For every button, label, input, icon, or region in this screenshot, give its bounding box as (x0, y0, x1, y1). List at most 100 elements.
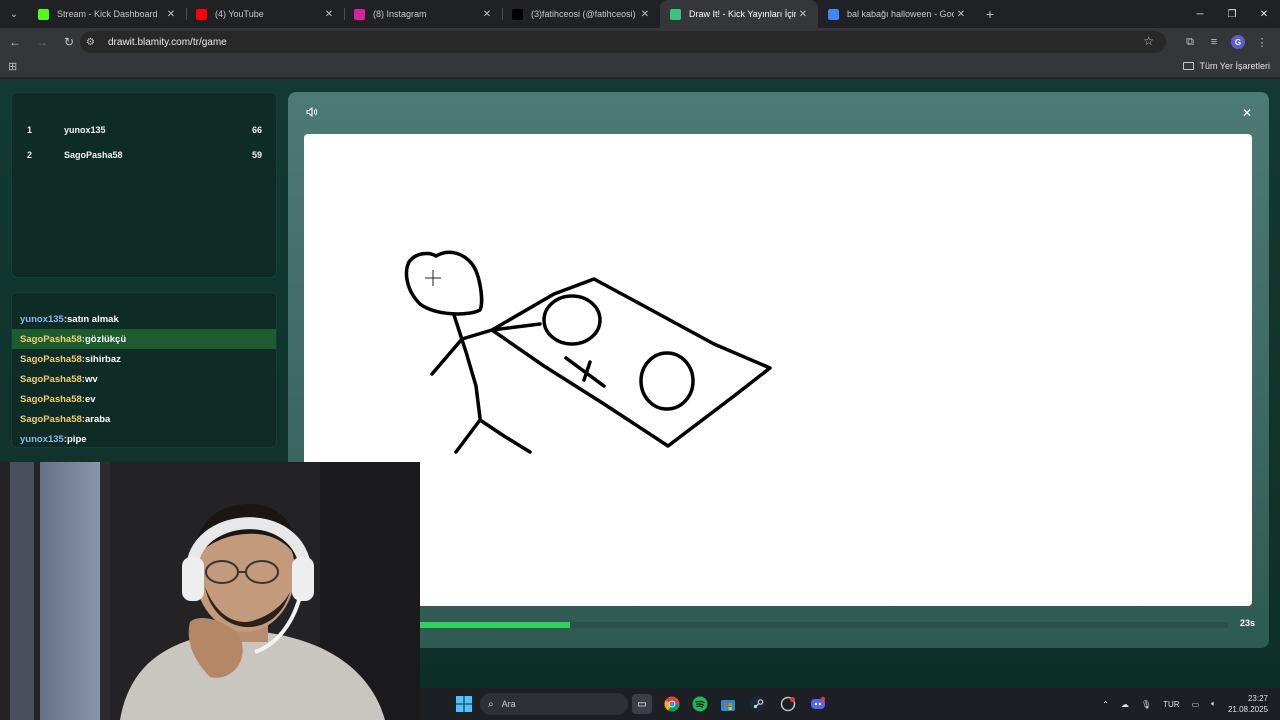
chat-username: yunox135 (20, 313, 64, 325)
search-icon: ⌕ (488, 698, 494, 710)
profile-avatar[interactable]: G (1231, 35, 1245, 49)
input-language[interactable]: TUR (1163, 700, 1179, 709)
stick-figure-arm-left (430, 337, 464, 376)
chat-message: SagoPasha58: araba (12, 409, 276, 429)
guess-chat-panel: yunox135: satın almak SagoPasha58: gözlükçü… (11, 292, 277, 448)
toolbar-actions: ⧉ ≡ G ⋮ (1178, 30, 1274, 54)
crosshair-cursor (425, 270, 441, 286)
taskbar-search-box[interactable]: ⌕ Ara (480, 693, 628, 715)
taskbar-search-placeholder: Ara (501, 699, 516, 709)
browser-tab[interactable]: (3)fatihceosi (@fatihceosi) | TikT✕ (502, 0, 660, 28)
chat-message: SagoPasha58: gözlükçü (12, 329, 276, 349)
browser-toolbar: ← → ↻ ⚙ drawit.blamity.com/tr/game ☆ ⧉ ≡… (0, 28, 1280, 56)
microphone-icon[interactable]: 🎙︎ (1141, 700, 1151, 709)
tab-title: bal kabağı halloween - Google (847, 9, 954, 19)
all-bookmarks-label: Tüm Yer İşaretleri (1199, 61, 1270, 71)
tab-close-icon[interactable]: ✕ (638, 9, 652, 20)
site-info-icon[interactable]: ⚙ (86, 37, 104, 48)
tab-search-button[interactable]: ⌄ (0, 0, 28, 28)
leaderboard-row: 1 yunox135 66 (12, 125, 278, 141)
window-controls: ─ ❐ ✕ (1184, 0, 1280, 28)
system-tray: ⌃ ☁ 🎙︎ TUR ▭ 🔈︎ 23:27 21.08.2025 (1096, 688, 1280, 720)
chat-message: SagoPasha58: ev (12, 389, 276, 409)
leaderboard-score: 59 (251, 150, 262, 160)
drawn-circle-right (639, 351, 695, 411)
chat-message: yunox135: satın almak (12, 309, 276, 329)
task-view-icon[interactable]: ▭ (632, 694, 652, 714)
address-bar[interactable]: ⚙ drawit.blamity.com/tr/game ☆ (80, 31, 1166, 53)
tiktok-icon (512, 8, 523, 20)
sketch-drawing (404, 250, 772, 454)
app-taskbar-icon[interactable] (778, 694, 798, 714)
drawit-icon (670, 8, 681, 20)
webcam-overlay (0, 462, 420, 720)
restore-icon[interactable]: ❐ (1216, 0, 1248, 28)
tab-close-icon[interactable]: ✕ (322, 9, 336, 20)
tab-close-icon[interactable]: ✕ (480, 9, 494, 20)
drawing-canvas[interactable] (304, 134, 1252, 606)
tab-close-icon[interactable]: ✕ (954, 9, 968, 20)
kick-icon (38, 8, 49, 20)
tab-close-icon[interactable]: ✕ (164, 9, 178, 20)
forward-icon[interactable]: → (30, 30, 54, 54)
store-taskbar-icon[interactable] (718, 694, 738, 714)
volume-icon[interactable]: 🔈︎ (1211, 699, 1216, 709)
leaderboard-rank: 2 (27, 150, 33, 160)
tab-title: Draw It! - Kick Yayınları İçin Çizi (689, 9, 796, 19)
close-window-icon[interactable]: ✕ (1248, 0, 1280, 28)
webcam-streamer-image (0, 462, 420, 720)
leaderboard-player-name: yunox135 (64, 125, 106, 135)
discord-taskbar-icon[interactable] (808, 694, 828, 714)
tab-close-icon[interactable]: ✕ (796, 9, 810, 20)
address-url[interactable]: drawit.blamity.com/tr/game (108, 37, 227, 48)
taskbar-clock[interactable]: 23:27 21.08.2025 (1228, 693, 1268, 715)
extensions-icon[interactable]: ⧉ (1178, 30, 1202, 54)
clock-date: 21.08.2025 (1227, 705, 1268, 714)
apps-grid-icon[interactable]: ⊞ (8, 60, 17, 73)
browser-tab[interactable]: Draw It! - Kick Yayınları İçin Çizi✕ (660, 0, 818, 28)
windows-start-icon[interactable] (454, 694, 474, 714)
browser-tab[interactable]: (4) YouTube ✕ (186, 0, 344, 28)
steam-taskbar-icon[interactable] (748, 694, 768, 714)
browser-tab[interactable]: bal kabağı halloween - Google✕ (818, 0, 976, 28)
stick-figure-head (404, 250, 484, 316)
tray-overflow-icon[interactable]: ⌃ (1102, 700, 1109, 709)
stick-figure-body (452, 313, 482, 420)
tab-strip: ⌄ Stream - Kick Dashboard ✕ (4) YouTube ✕ (8… (0, 0, 1280, 28)
back-icon[interactable]: ← (3, 30, 27, 54)
round-progress-bar (288, 622, 1228, 628)
media-controls-icon[interactable]: ≡ (1202, 30, 1226, 54)
spotify-taskbar-icon[interactable] (690, 694, 710, 714)
browser-tab[interactable]: (8) Instagram ✕ (344, 0, 502, 28)
drawn-object-outline (490, 277, 772, 448)
bookmark-star-icon[interactable]: ☆ (1143, 34, 1154, 48)
youtube-icon (196, 8, 207, 20)
chat-guess-word: gözlükçü (84, 333, 127, 345)
minimize-icon[interactable]: ─ (1184, 0, 1216, 28)
new-tab-button[interactable]: + (976, 0, 1004, 28)
leaderboard-score: 66 (251, 125, 262, 135)
sound-icon[interactable] (306, 106, 318, 120)
folder-icon (1183, 62, 1195, 70)
chat-username: SagoPasha58 (20, 373, 82, 385)
bookmarks-bar: ⊞ Tüm Yer İşaretleri (0, 56, 1280, 78)
chat-username: SagoPasha58 (20, 413, 82, 425)
google-icon (828, 8, 839, 20)
browser-tab[interactable]: Stream - Kick Dashboard ✕ (28, 0, 186, 28)
cloud-icon[interactable]: ☁ (1121, 700, 1129, 709)
leaderboard-player-name: SagoPasha58 (64, 150, 123, 160)
leaderboard-row: 2 SagoPasha58 59 (12, 150, 278, 166)
more-menu-icon[interactable]: ⋮ (1250, 30, 1274, 54)
tab-list: Stream - Kick Dashboard ✕ (4) YouTube ✕ (8) … (28, 0, 976, 28)
chat-guess-word: ev (84, 393, 96, 405)
windows-taskbar: ⌕ Ara ▭ ⌃ ☁ 🎙︎ TUR ▭ 🔈︎ 23:27 21.08.2025 (420, 688, 1280, 720)
close-game-icon[interactable]: ✕ (1242, 106, 1252, 120)
chat-message: yunox135: pipe (12, 429, 276, 447)
display-icon[interactable]: ▭ (1192, 700, 1200, 709)
all-bookmarks-button[interactable]: Tüm Yer İşaretleri (1183, 61, 1270, 71)
leaderboard-rank: 1 (27, 125, 33, 135)
instagram-icon (354, 8, 365, 20)
chrome-taskbar-icon[interactable] (662, 694, 682, 714)
reload-icon[interactable]: ↻ (57, 30, 81, 54)
chat-message: SagoPasha58: wv (12, 369, 276, 389)
